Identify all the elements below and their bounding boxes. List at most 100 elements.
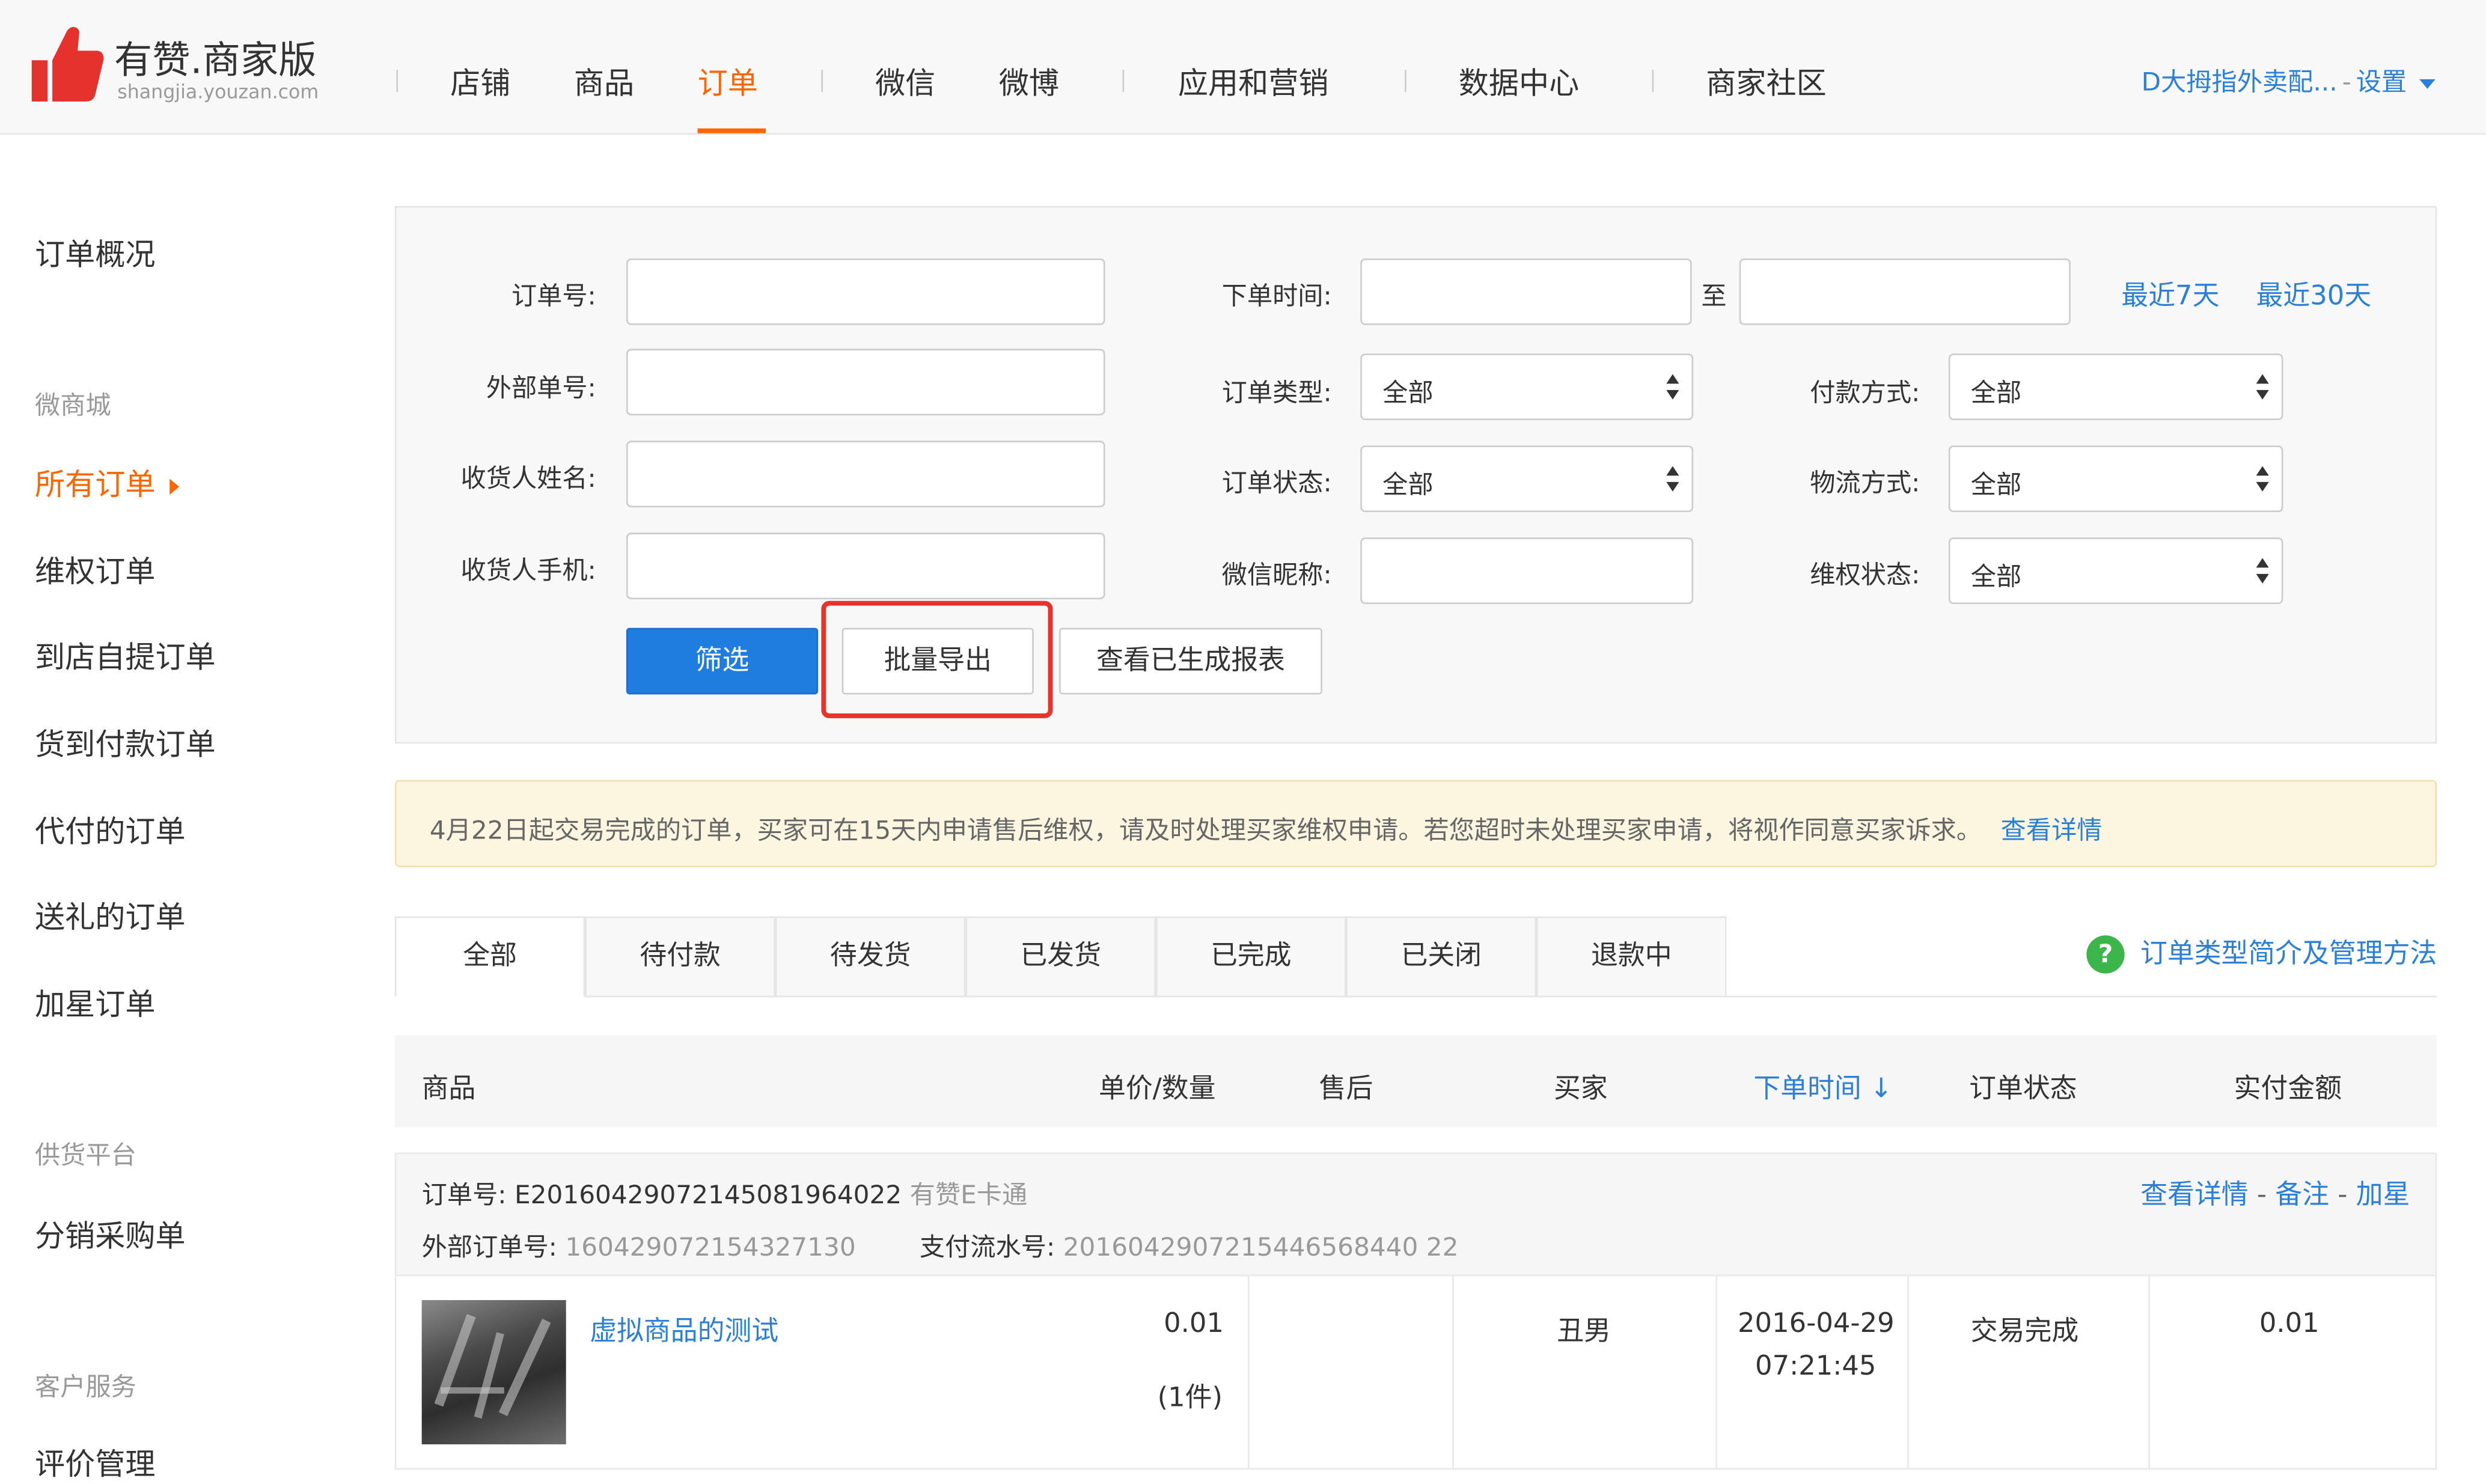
order-no-value: E20160429072145081964022 [514,1179,902,1210]
rights-status-value: 全部 [1970,561,2022,591]
external-no-caption: 外部订单号: [421,1232,557,1262]
order-type-select[interactable]: 全部 [1360,353,1694,421]
notice-details-link[interactable]: 查看详情 [2001,815,2103,845]
column-divider [1715,1276,1717,1468]
external-no-value: 160429072154327130 [565,1232,856,1262]
sidebar-item-label: 所有订单 [35,468,156,503]
account-menu[interactable]: D大拇指外卖配... - 设置 [2142,60,2436,98]
nav-divider [1405,70,1406,92]
sidebar-item-cod-orders[interactable]: 货到付款订单 [35,721,216,764]
select-arrows-icon [2256,374,2269,403]
account-separator: - [2342,66,2351,97]
caret-right-icon [170,478,180,494]
order-type-value: 全部 [1382,377,1434,408]
nav-merchant-community[interactable]: 商家社区 [1706,60,1827,103]
sidebar-group-customer-service: 客户服务 [35,1371,136,1402]
tab-shipped[interactable]: 已发货 [965,916,1156,998]
nav-products[interactable]: 商品 [574,60,634,103]
wechat-nickname-label: 微信昵称: [1221,560,1332,590]
sidebar-item-pickup-orders[interactable]: 到店自提订单 [35,634,216,677]
sidebar-item-gift-orders[interactable]: 送礼的订单 [35,894,186,937]
sidebar-item-order-overview[interactable]: 订单概况 [35,231,156,274]
notice-text: 4月22日起交易完成的订单，买家可在15天内申请售后维权，请及时处理买家维权申请… [429,814,1982,845]
external-no-label: 外部单号: [486,372,596,403]
pay-method-value: 全部 [1970,377,2022,408]
tab-completed[interactable]: 已完成 [1155,916,1346,998]
pay-method-select[interactable]: 全部 [1948,353,2283,421]
tab-pending-payment[interactable]: 待付款 [585,916,775,998]
sidebar-item-distribution-purchase[interactable]: 分销采购单 [35,1213,186,1256]
tab-all[interactable]: 全部 [394,916,585,998]
receiver-name-input[interactable] [626,441,1105,508]
payment-flow-value: 2016042907215446568440 22 [1063,1232,1459,1262]
column-divider [1907,1276,1909,1468]
thumbs-up-logo-icon[interactable] [28,22,105,105]
payment-flow-line: 支付流水号: 2016042907215446568440 22 [920,1226,1459,1263]
last-30-days-link[interactable]: 最近30天 [2256,273,2372,313]
nav-orders[interactable]: 订单 [698,60,758,103]
sidebar-item-all-orders[interactable]: 所有订单 [35,462,180,504]
select-arrows-icon [1666,466,1679,495]
nav-weibo[interactable]: 微博 [999,60,1059,103]
logo-subtitle: shangjia.youzan.com [117,81,319,103]
order-actions: 查看详情 - 备注 - 加星 [2140,1179,2410,1212]
settings-link[interactable]: 设置 [2356,67,2407,97]
nav-apps-marketing[interactable]: 应用和营销 [1178,60,1329,103]
nav-divider [396,70,399,92]
sidebar-item-review-management[interactable]: 评价管理 [35,1441,156,1484]
order-no-line: 订单号: E20160429072145081964022 有赞E卡通 [422,1173,1028,1211]
nav-divider [821,70,823,92]
order-no-input[interactable] [626,258,1105,325]
sidebar-item-proxy-pay-orders[interactable]: 代付的订单 [35,808,186,851]
product-name-link[interactable]: 虚拟商品的测试 [590,1308,778,1348]
nav-data-center[interactable]: 数据中心 [1459,60,1580,103]
sidebar-item-rights-orders[interactable]: 维权订单 [35,549,156,591]
unit-price: 0.01 [1164,1308,1224,1340]
nav-active-indicator [697,128,766,133]
order-type-label: 订单类型: [1221,377,1332,408]
order-no-caption: 订单号: [421,1179,507,1210]
order-time-label: 下单时间: [1221,280,1332,311]
nav-store[interactable]: 店铺 [450,60,510,103]
add-star-link[interactable]: 加星 [2356,1180,2410,1212]
remark-link[interactable]: 备注 [2275,1180,2329,1212]
nav-divider [1122,70,1125,92]
order-status-select[interactable]: 全部 [1360,445,1694,513]
logo-title: 有赞.商家版 [114,38,317,83]
logistics-select[interactable]: 全部 [1948,445,2283,513]
tab-refunding[interactable]: 退款中 [1536,916,1727,998]
after-sale-notice: 4月22日起交易完成的订单，买家可在15天内申请售后维权，请及时处理买家维权申请… [394,780,2437,867]
nav-wechat[interactable]: 微信 [875,60,935,103]
rights-status-select[interactable]: 全部 [1948,537,2283,605]
col-product: 商品 [421,1073,476,1105]
order-date: 2016-04-29 [1738,1308,1895,1340]
col-order-time-sort[interactable]: 下单时间 ↓ [1753,1066,1892,1105]
wechat-nickname-input[interactable] [1360,537,1694,605]
select-arrows-icon [2256,466,2269,495]
order-type-help-link[interactable]: ? 订单类型简介及管理方法 [2086,930,2437,974]
select-arrows-icon [2256,558,2269,587]
export-highlight-box [821,600,1053,718]
account-name[interactable]: D大拇指外卖配... [2142,67,2338,97]
chevron-down-icon[interactable] [2419,78,2436,88]
external-no-input[interactable] [626,349,1105,416]
order-status-value: 全部 [1382,469,1434,499]
last-7-days-link[interactable]: 最近7天 [2121,273,2219,313]
order-header: 订单号: E20160429072145081964022 有赞E卡通 外部订单… [394,1152,2437,1277]
tab-pending-shipment[interactable]: 待发货 [775,916,966,998]
table-row: 虚拟商品的测试 0.01 (1件) 丑男 2016-04-29 07:21:45… [394,1276,2437,1470]
order-time-start-input[interactable] [1360,258,1692,325]
receiver-phone-input[interactable] [626,533,1105,600]
product-thumbnail[interactable] [421,1299,566,1445]
view-reports-button[interactable]: 查看已生成报表 [1059,627,1322,695]
order-time-end-input[interactable] [1739,258,2071,325]
sidebar-item-starred-orders[interactable]: 加星订单 [35,982,156,1024]
order-status-label: 订单状态: [1221,468,1332,498]
col-price-quantity: 单价/数量 [1098,1073,1216,1105]
card-type: 有赞E卡通 [909,1179,1028,1210]
col-order-status: 订单状态 [1969,1073,2077,1105]
view-details-link[interactable]: 查看详情 [2140,1180,2248,1212]
order-status: 交易完成 [1970,1316,2079,1348]
filter-button[interactable]: 筛选 [626,627,819,695]
tab-closed[interactable]: 已关闭 [1346,916,1537,998]
